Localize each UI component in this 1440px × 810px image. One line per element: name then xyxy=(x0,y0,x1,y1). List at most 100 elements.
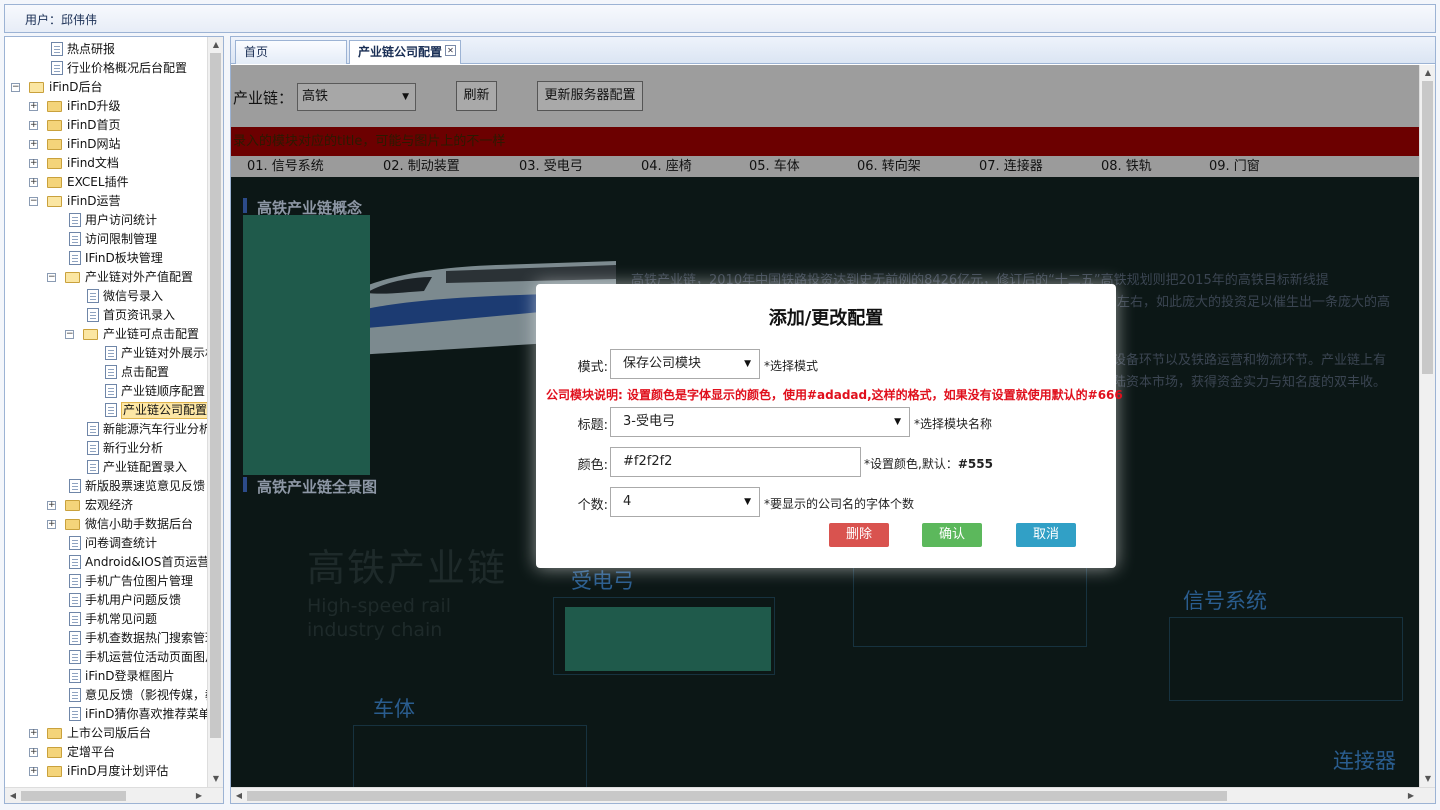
tree-node[interactable]: + 定增平台 xyxy=(5,743,210,762)
scroll-left-icon[interactable]: ◀ xyxy=(5,788,21,803)
tree-node[interactable]: 产业链顺序配置 xyxy=(5,382,210,401)
collapse-icon[interactable]: − xyxy=(47,273,56,282)
category-item[interactable]: 08. 铁轨 xyxy=(1101,156,1152,177)
scroll-thumb[interactable] xyxy=(247,791,1227,801)
tree-node[interactable]: 问卷调查统计 xyxy=(5,534,210,553)
expand-icon[interactable]: + xyxy=(29,767,38,776)
scroll-thumb[interactable] xyxy=(21,791,126,801)
tree-node[interactable]: 手机运营位活动页面图片 xyxy=(5,648,217,667)
tree-node[interactable]: − 产业链可点击配置 xyxy=(5,325,210,344)
scroll-down-icon[interactable]: ▼ xyxy=(208,771,223,787)
tree-node[interactable]: + iFinD升级 xyxy=(5,97,210,116)
tree-node[interactable]: iFinD登录框图片 xyxy=(5,667,210,686)
scroll-left-icon[interactable]: ◀ xyxy=(231,788,247,803)
tree-node[interactable]: 用户访问统计 xyxy=(5,211,210,230)
chevron-down-icon: ▼ xyxy=(744,497,751,507)
panorama-title: 高铁产业链全景图 xyxy=(243,476,377,497)
chain-node-label[interactable]: 受电弓 xyxy=(571,565,634,595)
tree-node[interactable]: iFinD猜你喜欢推荐菜单 xyxy=(5,705,211,724)
mode-select[interactable]: 保存公司模块 ▼ xyxy=(610,349,760,379)
tree-node[interactable]: 手机用户问题反馈 xyxy=(5,591,210,610)
category-item[interactable]: 06. 转向架 xyxy=(857,156,921,177)
cancel-button[interactable]: 取消 xyxy=(1016,523,1076,547)
tree-node[interactable]: 新行业分析 xyxy=(5,439,210,458)
tree-node[interactable]: 微信号录入 xyxy=(5,287,210,306)
category-item[interactable]: 03. 受电弓 xyxy=(519,156,583,177)
main-horizontal-scrollbar[interactable]: ◀ ▶ xyxy=(231,787,1435,803)
tree-node[interactable]: + 微信小助手数据后台 xyxy=(5,515,210,534)
category-item[interactable]: 07. 连接器 xyxy=(979,156,1043,177)
sidebar-horizontal-scrollbar[interactable]: ◀ ▶ xyxy=(5,787,223,803)
expand-icon[interactable]: + xyxy=(29,121,38,130)
tree-node[interactable]: 产业链配置录入 xyxy=(5,458,210,477)
tree-node[interactable]: 行业价格概况后台配置 xyxy=(5,59,210,78)
confirm-button[interactable]: 确认 xyxy=(922,523,982,547)
category-item[interactable]: 01. 信号系统 xyxy=(247,156,324,177)
delete-button[interactable]: 删除 xyxy=(829,523,889,547)
tree-node-label: 产业链对外产值配置 xyxy=(85,270,194,284)
tree-node[interactable]: 新版股票速览意见反馈 xyxy=(5,477,210,496)
title-hint: *选择模块名称 xyxy=(914,417,993,431)
main-vertical-scrollbar[interactable]: ▲ ▼ xyxy=(1419,65,1435,787)
update-server-config-button[interactable]: 更新服务器配置 xyxy=(537,81,643,111)
tree-node[interactable]: 访问限制管理 xyxy=(5,230,210,249)
scroll-right-icon[interactable]: ▶ xyxy=(1403,788,1419,803)
expand-icon[interactable]: + xyxy=(47,501,56,510)
tree-node[interactable]: + iFinD首页 xyxy=(5,116,210,135)
tree-node[interactable]: + iFinD网站 xyxy=(5,135,210,154)
scroll-thumb[interactable] xyxy=(210,53,221,738)
close-tab-icon[interactable]: ✕ xyxy=(445,45,456,56)
scroll-right-icon[interactable]: ▶ xyxy=(191,788,207,803)
tree-node[interactable]: 意见反馈（影视传媒，教 xyxy=(5,686,217,705)
tree-node[interactable]: IFinD板块管理 xyxy=(5,249,210,268)
category-item[interactable]: 05. 车体 xyxy=(749,156,800,177)
tree-node[interactable]: − iFinD后台 xyxy=(5,78,210,97)
tab-chain-company-config[interactable]: 产业链公司配置 ✕ xyxy=(349,40,461,64)
expand-icon[interactable]: + xyxy=(29,102,38,111)
title-select[interactable]: 3-受电弓 ▼ xyxy=(610,407,910,437)
chain-select[interactable]: 高铁 ▼ xyxy=(297,83,416,111)
chain-node-label[interactable]: 连接器 xyxy=(1333,745,1396,775)
collapse-icon[interactable]: − xyxy=(11,83,20,92)
tree-node[interactable]: − 产业链对外产值配置 xyxy=(5,268,210,287)
chain-node-label[interactable]: 信号系统 xyxy=(1183,585,1267,615)
expand-icon[interactable]: + xyxy=(29,729,38,738)
expand-icon[interactable]: + xyxy=(29,159,38,168)
tree-node[interactable]: 产业链公司配置 xyxy=(5,401,210,420)
tree-node[interactable]: 点击配置 xyxy=(5,363,210,382)
category-item[interactable]: 04. 座椅 xyxy=(641,156,692,177)
tree-node[interactable]: 产业链对外展示材 xyxy=(5,344,217,363)
category-item[interactable]: 09. 门窗 xyxy=(1209,156,1260,177)
collapse-icon[interactable]: − xyxy=(29,197,38,206)
expand-icon[interactable]: + xyxy=(47,520,56,529)
refresh-button[interactable]: 刷新 xyxy=(456,81,497,111)
tree-node[interactable]: 手机广告位图片管理 xyxy=(5,572,210,591)
scroll-thumb[interactable] xyxy=(1422,81,1433,374)
tree-node[interactable]: 首页资讯录入 xyxy=(5,306,210,325)
expand-icon[interactable]: + xyxy=(29,178,38,187)
tab-home[interactable]: 首页 xyxy=(235,40,347,64)
category-item[interactable]: 02. 制动装置 xyxy=(383,156,460,177)
tree-node[interactable]: 热点研报 xyxy=(5,40,210,59)
nav-tree: 热点研报 行业价格概况后台配置 − iFinD后台 + iFinD升级 + iFinD首页 + i… xyxy=(5,40,217,781)
chain-node-label[interactable]: 车体 xyxy=(373,693,415,723)
tree-node[interactable]: Android&IOS首页运营 xyxy=(5,553,210,572)
tree-node[interactable]: 新能源汽车行业分析 xyxy=(5,420,211,439)
count-select[interactable]: 4 ▼ xyxy=(610,487,760,517)
tree-node[interactable]: 手机查数据热门搜索管理 xyxy=(5,629,217,648)
tree-node[interactable]: + EXCEL插件 xyxy=(5,173,210,192)
collapse-icon[interactable]: − xyxy=(65,330,74,339)
scroll-down-icon[interactable]: ▼ xyxy=(1420,771,1435,787)
tree-node[interactable]: 手机常见问题 xyxy=(5,610,210,629)
tree-node[interactable]: + iFinD月度计划评估 xyxy=(5,762,210,781)
color-input[interactable]: #f2f2f2 xyxy=(610,447,861,477)
expand-icon[interactable]: + xyxy=(29,140,38,149)
scroll-up-icon[interactable]: ▲ xyxy=(208,37,223,53)
scroll-up-icon[interactable]: ▲ xyxy=(1420,65,1435,81)
tree-node[interactable]: + iFind文档 xyxy=(5,154,210,173)
expand-icon[interactable]: + xyxy=(29,748,38,757)
tree-node[interactable]: + 上市公司版后台 xyxy=(5,724,210,743)
tree-node[interactable]: − iFinD运营 xyxy=(5,192,210,211)
sidebar-vertical-scrollbar[interactable]: ▲ ▼ xyxy=(207,37,223,787)
tree-node[interactable]: + 宏观经济 xyxy=(5,496,210,515)
